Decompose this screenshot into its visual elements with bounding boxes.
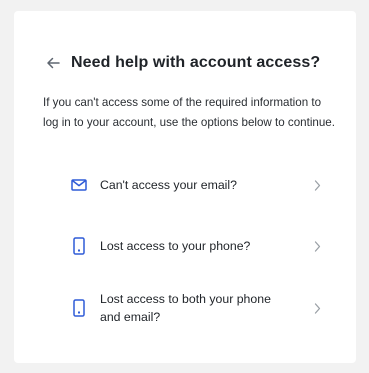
option-cant-access-email[interactable]: Can't access your email?	[44, 167, 340, 203]
card-header: Need help with account access?	[44, 51, 320, 75]
phone-icon	[70, 299, 88, 317]
option-label: Lost access to your phone?	[100, 239, 251, 253]
chevron-right-icon	[312, 240, 322, 252]
back-button[interactable]	[44, 54, 62, 72]
phone-icon	[70, 237, 88, 255]
page-title: Need help with account access?	[71, 54, 321, 71]
chevron-right-icon	[312, 179, 322, 191]
arrow-left-icon	[46, 57, 60, 69]
option-lost-phone[interactable]: Lost access to your phone?	[44, 228, 340, 264]
option-label: Can't access your email?	[100, 178, 237, 192]
chevron-right-icon	[312, 302, 322, 314]
envelope-icon	[70, 179, 88, 191]
help-description: If you can't access some of the required…	[43, 96, 335, 129]
option-lost-phone-and-email[interactable]: Lost access to both your phone and email…	[44, 288, 340, 328]
option-label: Lost access to both your phone and email…	[100, 292, 271, 324]
account-access-card: Need help with account access? If you ca…	[14, 11, 356, 363]
